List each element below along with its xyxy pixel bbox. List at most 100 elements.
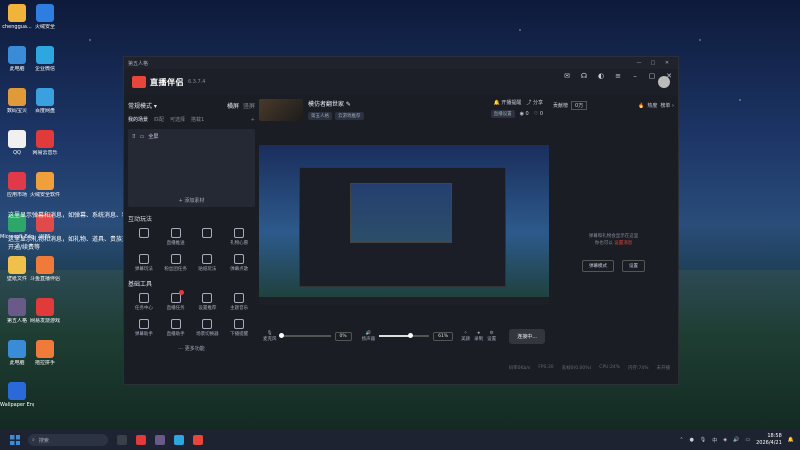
danmaku-mode-button[interactable]: 弹幕模式 — [582, 260, 614, 272]
rank-button[interactable]: 榜单 › — [660, 102, 674, 109]
live-companion-taskbar-icon[interactable] — [193, 435, 203, 445]
netease-taskbar-icon[interactable] — [136, 435, 146, 445]
share-button[interactable]: ⤴ 分享 — [526, 99, 543, 106]
desktop-icon[interactable]: 火绒安全 — [28, 4, 62, 30]
skin-icon[interactable]: ◐ — [596, 71, 606, 81]
volume-icon[interactable]: 🔊 — [733, 437, 739, 443]
preview-nested-window — [299, 167, 506, 287]
desktop-icon[interactable]: Wallpaper Engine — [0, 382, 34, 408]
mode-select[interactable]: 常规模式 ▾ — [128, 101, 157, 110]
browser-taskbar-icon[interactable] — [174, 435, 184, 445]
basic-tool[interactable]: 下播提醒 — [223, 319, 255, 337]
search-icon: ⌕ — [32, 437, 35, 443]
orientation-portrait[interactable]: 竖屏 — [243, 101, 255, 110]
recommend-chip[interactable]: 云游戏推荐 — [335, 112, 364, 120]
windows-taskbar: ⌕ 搜索 ⌃ ● 🎙 中 ◈ 🔊 ▭ 18:58 2026/4/21 🔔 — [0, 430, 800, 450]
right-settings-button[interactable]: 设置 — [622, 260, 645, 272]
basic-tool[interactable]: 主题音乐 — [223, 293, 255, 311]
live-setup-button[interactable]: 直播设置 — [490, 110, 515, 118]
app-logo-icon — [132, 76, 146, 88]
preview-taskbar — [259, 297, 549, 305]
record-button[interactable]: ⏺ 录制 — [474, 330, 483, 342]
basic-tool[interactable]: 直播任务 — [160, 290, 192, 311]
mic-tray-icon[interactable]: 🎙 — [700, 437, 706, 443]
tab-match[interactable]: 匹配 — [154, 116, 164, 123]
orientation-landscape[interactable]: 横屏 — [227, 101, 239, 110]
taskbar-search[interactable]: ⌕ 搜索 — [28, 434, 108, 446]
desktop-icon[interactable]: 网易发烧游戏 — [28, 298, 62, 324]
lang-indicator[interactable]: 中 — [712, 437, 717, 444]
message-icon[interactable]: ✉ — [562, 71, 572, 81]
add-scene-icon[interactable]: + — [251, 117, 255, 123]
clock[interactable]: 18:58 2026/4/21 — [756, 433, 782, 447]
beauty-button[interactable]: ✧ 美颜 — [461, 331, 470, 342]
app-icon — [8, 130, 26, 148]
drag-handle-icon[interactable]: ⠿ — [132, 134, 136, 140]
interact-tool[interactable]: 弹幕玩法 — [128, 254, 160, 272]
minimize-icon[interactable]: — — [632, 60, 646, 66]
interact-tool[interactable]: 直播推送 — [160, 228, 192, 246]
mic-percent: 0% — [334, 331, 352, 341]
preview-nested-preview — [350, 183, 452, 243]
desktop-icon[interactable]: 拖拉拼手 — [28, 340, 62, 366]
stream-preview[interactable] — [259, 145, 549, 305]
interact-tool[interactable]: 粉丝团任务 — [160, 254, 192, 272]
maximize-icon[interactable]: □ — [646, 60, 660, 66]
scene-item[interactable]: ⠿ ▭ 全屏 — [132, 133, 251, 141]
battery-icon[interactable]: ▭ — [745, 437, 750, 443]
tray-chevron-icon[interactable]: ⌃ — [679, 437, 683, 443]
tab-my-scene[interactable]: 我的场景 — [128, 116, 148, 123]
basic-tool[interactable]: 任务中心 — [128, 293, 160, 311]
desktop-icon[interactable]: 斗鱼直播伴侣 — [28, 256, 62, 282]
taskview-icon[interactable] — [117, 435, 127, 445]
headset-icon[interactable]: ☊ — [579, 71, 589, 81]
mic-control[interactable]: 🎙 麦克风 — [263, 331, 277, 342]
desktop-icon[interactable]: 火绒安全软件 — [28, 172, 62, 198]
mic-slider[interactable] — [278, 333, 331, 338]
basic-tool[interactable]: 弹幕助手 — [128, 319, 160, 337]
menu-icon[interactable]: ≡ — [613, 71, 623, 81]
tool-icon — [170, 319, 181, 329]
stream-thumbnail[interactable] — [259, 99, 303, 121]
go-live-button[interactable]: 连接中... — [509, 328, 545, 344]
game-taskbar-icon[interactable] — [155, 435, 165, 445]
basic-tool[interactable]: 场景切换器 — [192, 319, 224, 337]
tool-label: 贴纸玩法 — [198, 267, 217, 272]
interact-tools-grid: 直播推送 礼物心愿弹幕玩法 粉丝团任务 贴纸玩法 弹幕点歌 — [128, 228, 255, 272]
win-minimize-icon[interactable]: – — [630, 71, 640, 81]
tray-app-icon[interactable]: ● — [690, 437, 694, 443]
basic-tool[interactable]: 设置推荐 — [192, 293, 224, 311]
set-message-link[interactable]: 设置消息 — [614, 241, 632, 246]
interact-tool[interactable]: 礼物心愿 — [223, 228, 255, 246]
tool-icon — [234, 319, 245, 329]
mic-label: 麦克风 — [263, 336, 277, 342]
notification-icon[interactable]: 🔔 — [788, 437, 794, 443]
interact-tool[interactable] — [192, 228, 224, 246]
desktop-icon[interactable]: 百度网盘 — [28, 88, 62, 114]
tool-label: 直播助手 — [166, 332, 185, 337]
desktop-icon[interactable]: 网易云音乐 — [28, 130, 62, 156]
network-icon[interactable]: ◈ — [723, 437, 727, 443]
interact-tool[interactable]: 弹幕点歌 — [223, 254, 255, 272]
speaker-control[interactable]: 🔊 扬声器 — [362, 331, 376, 342]
interact-tool[interactable] — [128, 228, 160, 246]
tab-optional[interactable]: 可选择 — [170, 116, 185, 123]
stream-title[interactable]: 模仿者翻世家 ✎ — [308, 99, 491, 108]
add-source-button[interactable]: + 添加素材 — [128, 197, 255, 204]
live-reminder-button[interactable]: 🔔 开播提醒 — [494, 99, 522, 106]
settings-button[interactable]: ⚙ 设置 — [487, 331, 496, 342]
close-icon[interactable]: ✕ — [660, 60, 674, 66]
win-close-icon[interactable]: ✕ — [664, 71, 674, 81]
category-chip[interactable]: 第五人格 — [308, 112, 332, 120]
tool-label: 下播提醒 — [230, 332, 249, 337]
windows-start-icon[interactable] — [10, 435, 20, 445]
basic-tool[interactable]: 直播助手 — [160, 319, 192, 337]
more-features-button[interactable]: ⋯ 更多功能 — [128, 345, 255, 352]
contribution-rank[interactable]: 贡献榜 — [553, 102, 568, 109]
tab-carry[interactable]: 搭载1 — [191, 116, 204, 123]
desktop-icon[interactable]: 企业微信 — [28, 46, 62, 72]
desktop-icon-label: 网易云音乐 — [32, 150, 58, 156]
interact-tool[interactable]: 贴纸玩法 — [192, 254, 224, 272]
win-maximize-icon[interactable]: ▢ — [647, 71, 657, 81]
speaker-slider[interactable] — [379, 333, 430, 338]
